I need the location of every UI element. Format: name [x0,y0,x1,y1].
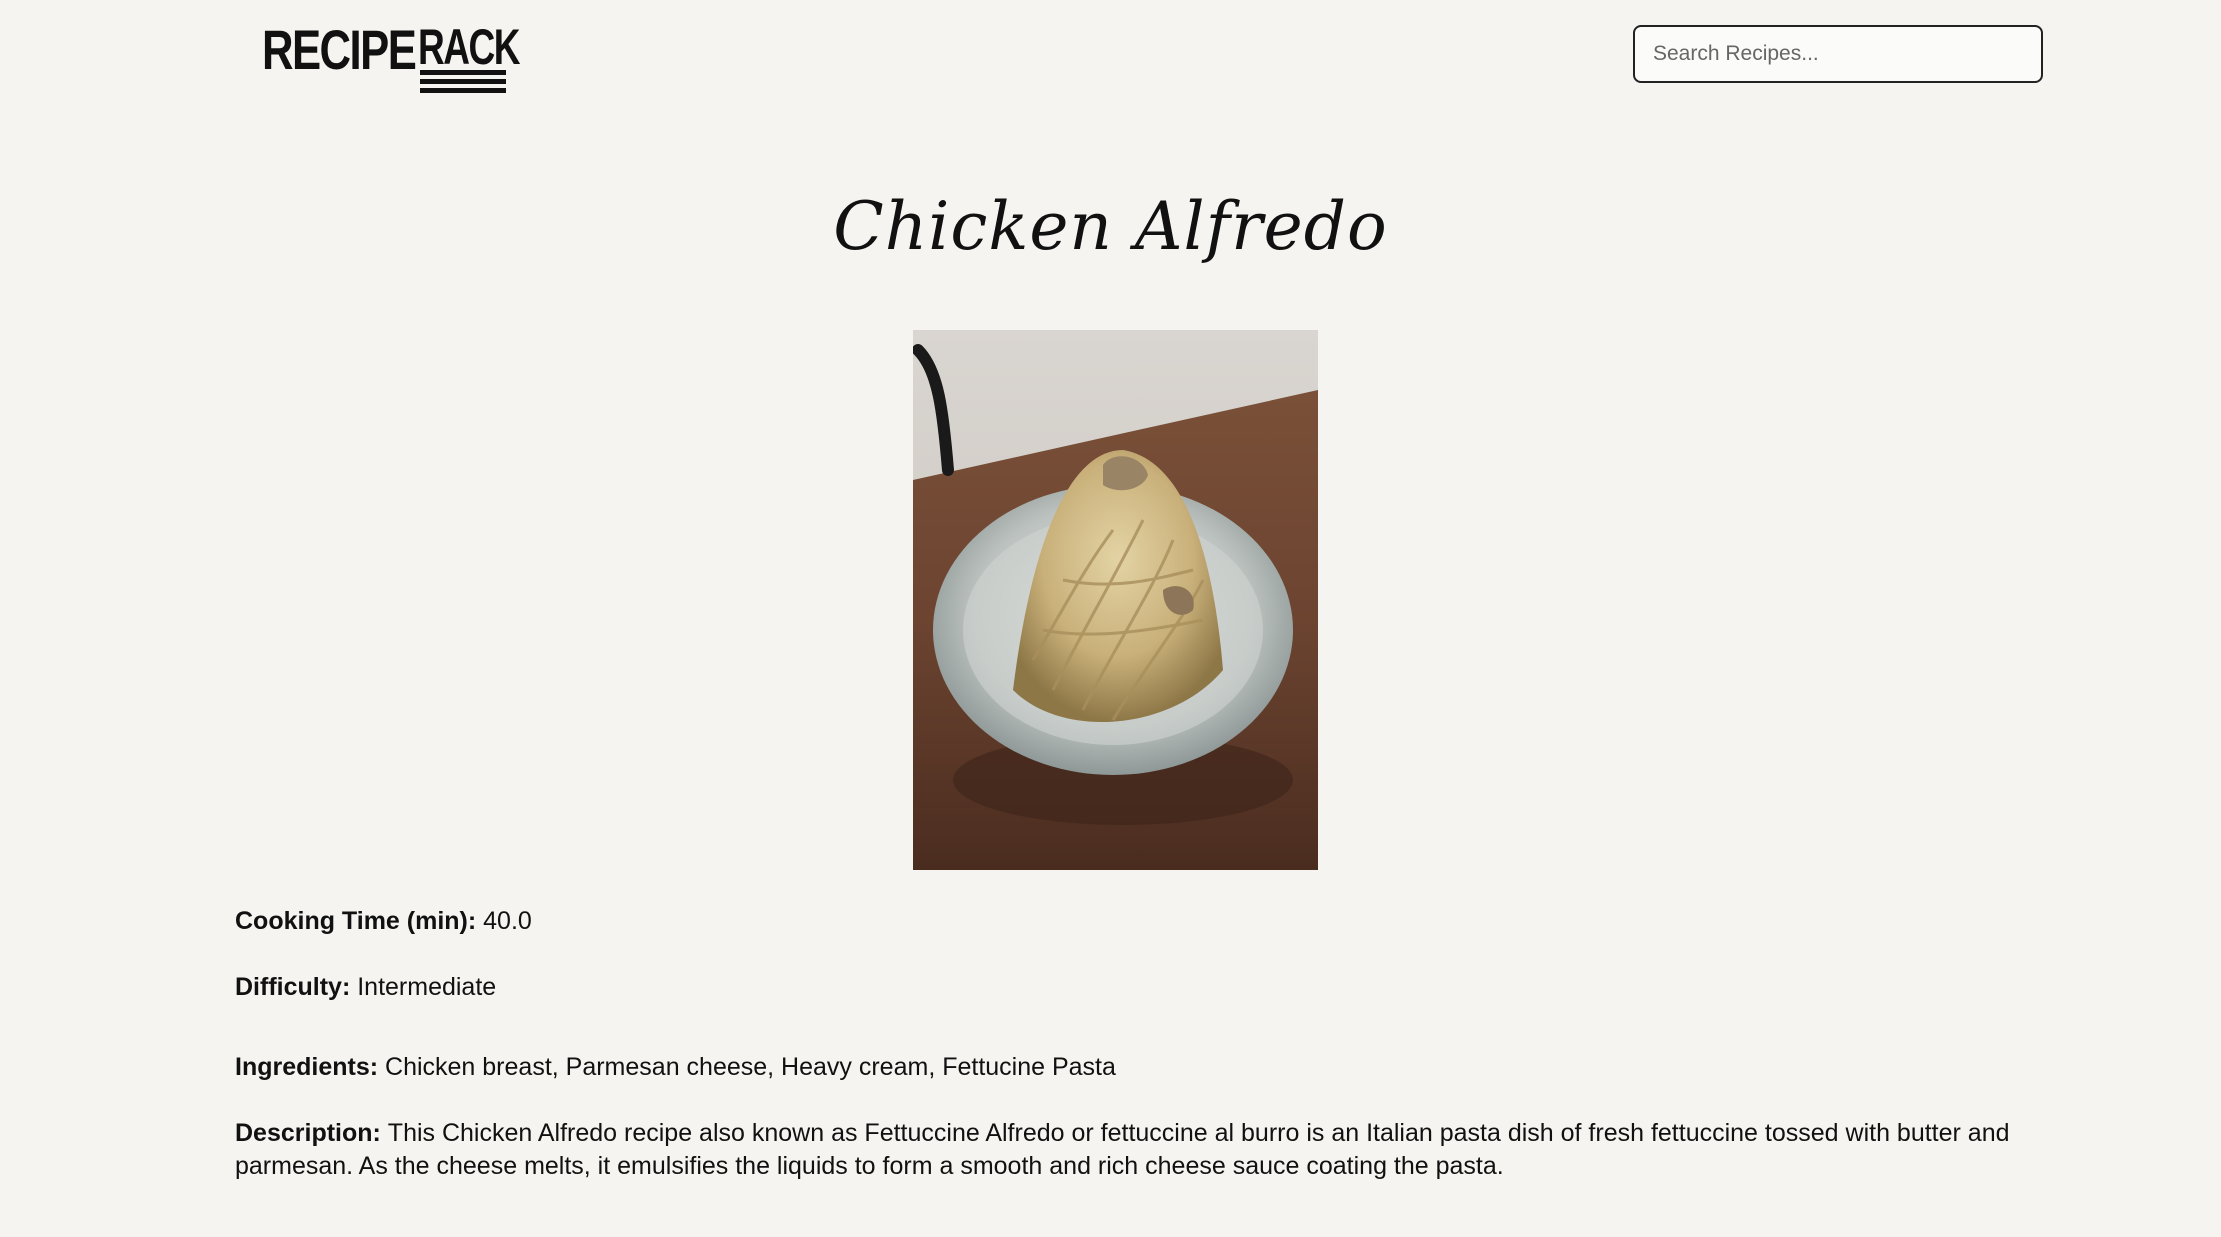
logo-stripes [420,70,506,97]
ingredients-row: Ingredients: Chicken breast, Parmesan ch… [235,1051,2035,1084]
site-logo[interactable]: RECIPE RACK [262,18,520,96]
logo-word-rack: RACK [418,19,520,75]
logo-stripe [420,79,506,84]
logo-word-recipe: RECIPE [262,18,417,81]
description-value: This Chicken Alfredo recipe also known a… [235,1119,2010,1180]
difficulty-value: Intermediate [357,973,497,1001]
search-input[interactable] [1633,25,2043,83]
description-label: Description: [235,1119,388,1147]
cooking-time-value: 40.0 [483,907,532,935]
recipe-page: RECIPE RACK Chicken Alfredo [0,0,2221,1237]
difficulty-label: Difficulty: [235,973,358,1001]
ingredients-label: Ingredients: [235,1053,386,1081]
recipe-image [913,330,1318,870]
ingredients-value: Chicken breast, Parmesan cheese, Heavy c… [385,1053,1116,1081]
logo-stripe [420,88,506,93]
logo-stripe [420,70,506,75]
description-row: Description: This Chicken Alfredo recipe… [235,1117,2035,1183]
logo-rack-group: RACK [418,18,520,93]
difficulty-row: Difficulty: Intermediate [235,971,2035,1004]
cooking-time-label: Cooking Time (min): [235,907,484,935]
recipe-image-illustration [913,330,1318,870]
recipe-title: Chicken Alfredo [833,188,1388,265]
cooking-time-row: Cooking Time (min): 40.0 [235,905,2035,938]
